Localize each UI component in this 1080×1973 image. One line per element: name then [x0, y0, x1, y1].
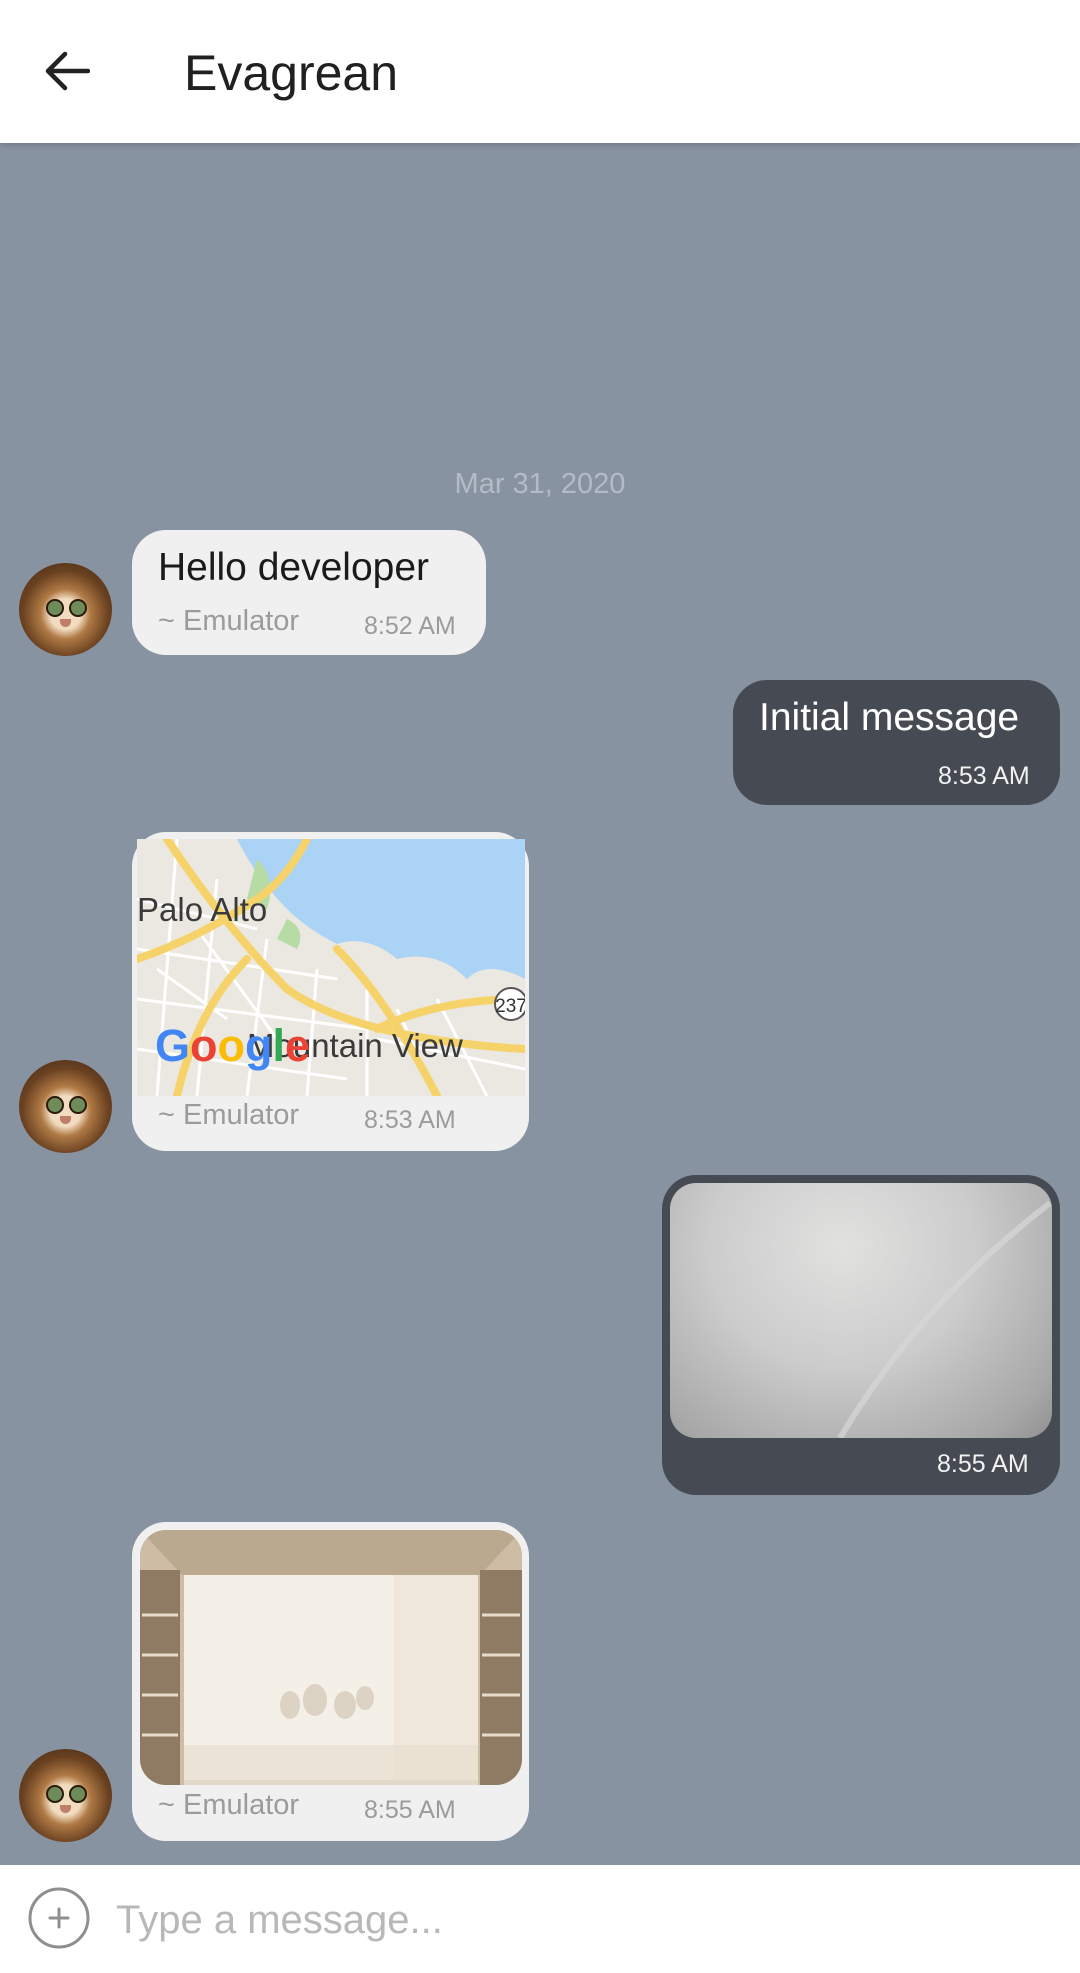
back-button[interactable]: [34, 38, 100, 104]
add-attachment-button[interactable]: [28, 1887, 90, 1949]
message-sender: ~ Emulator: [158, 1789, 300, 1821]
incoming-image-bubble[interactable]: ~ Emulator 8:55 AM: [132, 1522, 529, 1841]
incoming-message-bubble[interactable]: Hello developer ~ Emulator 8:52 AM: [132, 530, 486, 655]
map-route-label: 237: [495, 996, 525, 1017]
map-brand-logo: Google: [155, 1020, 310, 1071]
photo-thumbnail[interactable]: [140, 1530, 522, 1785]
message-time: 8:53 AM: [364, 1106, 456, 1134]
message-time: 8:53 AM: [938, 762, 1030, 790]
outgoing-image-bubble[interactable]: 8:55 AM: [662, 1175, 1060, 1495]
incoming-location-bubble[interactable]: 237 Palo Alto Mountain View Google ~ Emu…: [132, 832, 529, 1151]
message-input[interactable]: [116, 1895, 1016, 1945]
avatar[interactable]: [19, 563, 112, 656]
app-bar: Evagrean: [0, 0, 1080, 143]
photo-image: [837, 1200, 1052, 1438]
date-separator: Mar 31, 2020: [454, 468, 626, 500]
message-text: Initial message: [759, 696, 1020, 739]
message-sender: ~ Emulator: [158, 1099, 300, 1131]
message-text: Hello developer: [158, 546, 430, 589]
plus-circle-icon: [28, 1887, 90, 1949]
chat-title: Evagrean: [184, 45, 399, 101]
photo-thumbnail[interactable]: [670, 1183, 1052, 1438]
message-time: 8:55 AM: [937, 1450, 1029, 1478]
message-composer: [0, 1865, 1080, 1973]
avatar[interactable]: [19, 1060, 112, 1153]
arrow-left-icon: [45, 51, 90, 91]
map-city-label: Palo Alto: [137, 891, 267, 928]
message-sender: ~ Emulator: [158, 605, 300, 637]
outgoing-message-bubble[interactable]: Initial message 8:53 AM: [733, 680, 1060, 805]
map-thumbnail[interactable]: 237 Palo Alto Mountain View Google: [137, 839, 525, 1096]
avatar[interactable]: [19, 1749, 112, 1842]
photo-image: [140, 1530, 522, 1785]
map-image: 237 Palo Alto Mountain View Google: [137, 839, 525, 1096]
message-time: 8:52 AM: [364, 612, 456, 640]
message-time: 8:55 AM: [364, 1796, 456, 1824]
